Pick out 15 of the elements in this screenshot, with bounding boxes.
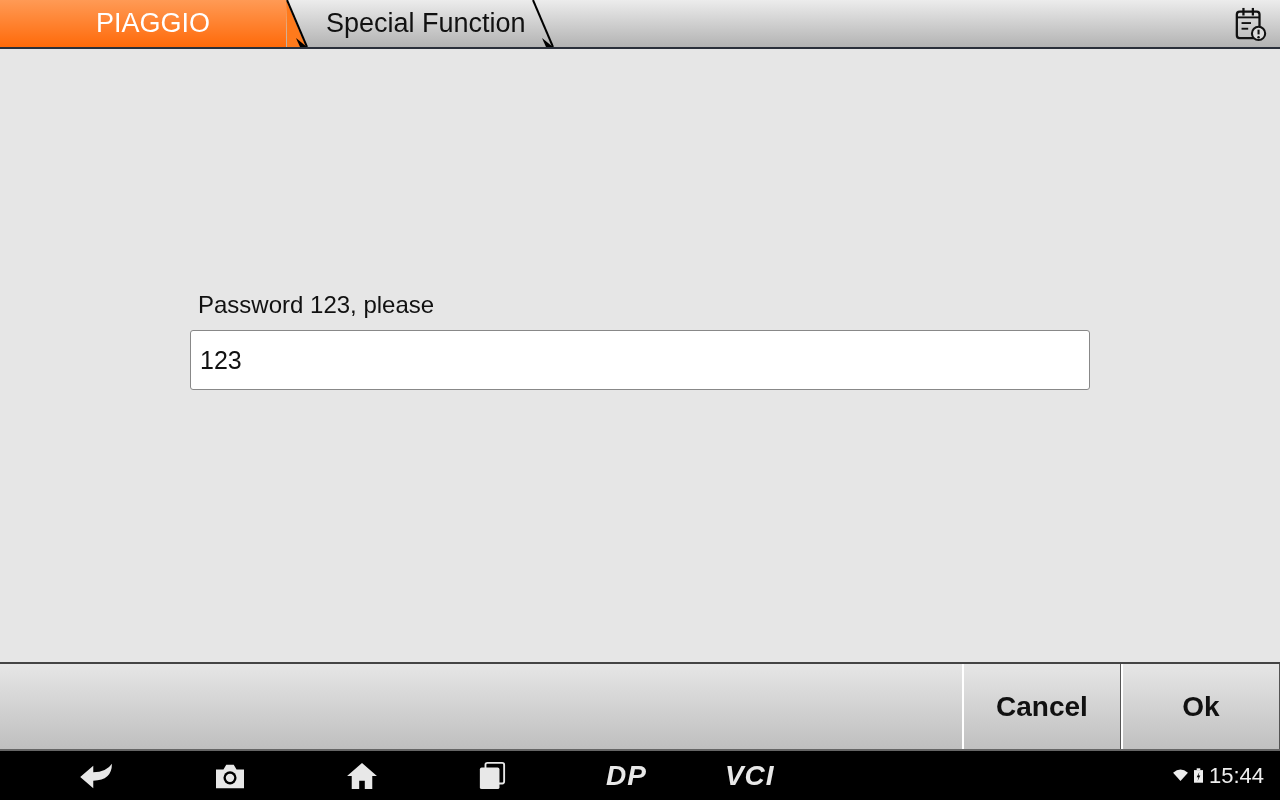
battery-icon [1193, 768, 1203, 783]
breadcrumb-separator-icon [531, 0, 556, 47]
dialog-button[interactable]: Cancel [962, 664, 1121, 749]
recent-apps-icon[interactable] [478, 761, 506, 790]
prompt-label: Password 123, please [198, 291, 436, 319]
home-icon[interactable] [346, 761, 378, 790]
breadcrumb-tab[interactable]: Special Function [310, 0, 532, 47]
wifi-icon [1172, 769, 1188, 782]
breadcrumb-separator-icon [286, 0, 310, 47]
app-logo[interactable]: DP [606, 759, 647, 792]
clock-time: 15:44 [1208, 762, 1264, 789]
calendar-alert-icon[interactable] [1234, 5, 1268, 42]
app-logo[interactable]: VCI [724, 759, 775, 792]
dialog-button[interactable]: Ok [1121, 664, 1280, 749]
password-field[interactable]: 123 [190, 330, 1090, 390]
